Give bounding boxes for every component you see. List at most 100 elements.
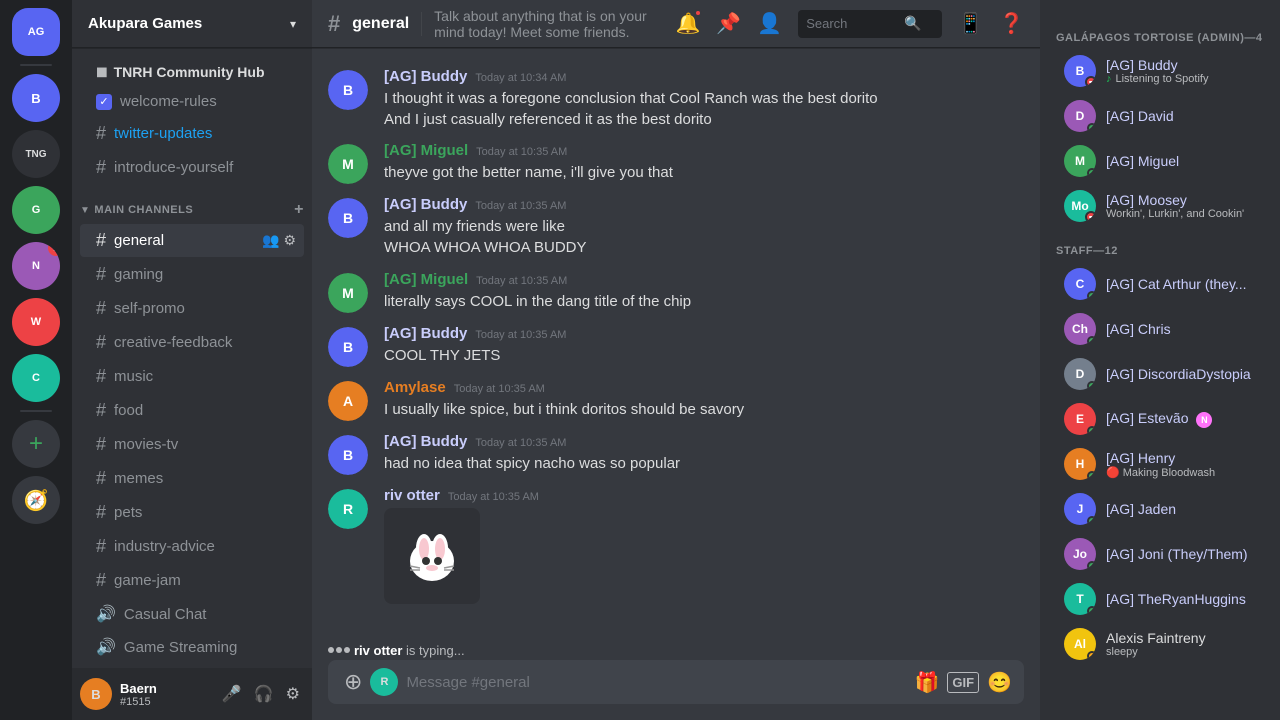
- voice-channel-casual-chat[interactable]: 🔊 Casual Chat: [80, 598, 304, 630]
- channel-memes[interactable]: # memes: [80, 462, 304, 495]
- member-item[interactable]: D [AG] DiscordiaDystopia: [1048, 352, 1272, 396]
- member-name: [AG] Henry: [1106, 450, 1264, 466]
- channel-industry-advice[interactable]: # industry-advice: [80, 530, 304, 563]
- channel-pets[interactable]: # pets: [80, 496, 304, 529]
- member-avatar: T: [1064, 583, 1096, 615]
- message-author: Amylase: [384, 379, 446, 396]
- channel-welcome-rules[interactable]: ✓ welcome-rules: [80, 87, 304, 116]
- message-header: riv otter Today at 10:35 AM: [384, 487, 1024, 504]
- attach-icon[interactable]: ⊕: [336, 669, 370, 695]
- members-icon[interactable]: 👤: [757, 11, 782, 36]
- member-avatar: E: [1064, 403, 1096, 435]
- server-icon-0[interactable]: B: [12, 74, 60, 122]
- chat-input-actions: 🎁 GIF 😊: [911, 666, 1016, 699]
- avatar: B: [328, 435, 368, 475]
- inbox-icon[interactable]: 📱: [958, 11, 983, 36]
- pin-icon[interactable]: 📌: [716, 11, 741, 36]
- member-item[interactable]: T [AG] TheRyanHuggins: [1048, 577, 1272, 621]
- server-icon-current[interactable]: AG: [12, 8, 60, 56]
- category-main-channels[interactable]: ▼ MAIN CHANNELS +: [72, 185, 312, 223]
- server-sidebar: AG B TNG G N 1 W C + 🧭: [0, 0, 72, 720]
- server-icon-4[interactable]: W: [12, 298, 60, 346]
- member-item[interactable]: H [AG] Henry 🔴 Making Bloodwash: [1048, 442, 1272, 486]
- user-settings-icon[interactable]: 👥: [262, 232, 279, 249]
- online-status-icon: [1087, 606, 1096, 615]
- member-item[interactable]: B [AG] Buddy ♪ Listening to Spotify: [1048, 49, 1272, 93]
- member-item[interactable]: Al Alexis Faintreny sleepy: [1048, 622, 1272, 666]
- member-item[interactable]: C [AG] Cat Arthur (they...: [1048, 262, 1272, 306]
- member-item[interactable]: D [AG] David: [1048, 94, 1272, 138]
- server-icon-3[interactable]: N 1: [12, 242, 60, 290]
- avatar: M: [328, 144, 368, 184]
- member-item[interactable]: M [AG] Miguel: [1048, 139, 1272, 183]
- speaker-icon: 🔊: [96, 637, 116, 657]
- channel-gaming[interactable]: # gaming: [80, 258, 304, 291]
- message-header: [AG] Buddy Today at 10:35 AM: [384, 433, 1024, 450]
- help-icon[interactable]: ❓: [999, 11, 1024, 36]
- community-hub-item[interactable]: ◼ TNRH Community Hub: [80, 57, 304, 86]
- member-item[interactable]: E [AG] Estevão N: [1048, 397, 1272, 441]
- add-server-button[interactable]: +: [12, 420, 60, 468]
- channel-introduce-yourself[interactable]: # introduce-yourself: [80, 151, 304, 184]
- channel-sidebar: Akupara Games ▾ ◼ TNRH Community Hub ✓ w…: [72, 0, 312, 720]
- avatar: B: [328, 70, 368, 110]
- server-icon-2[interactable]: G: [12, 186, 60, 234]
- member-avatar: C: [1064, 268, 1096, 300]
- message-header: [AG] Buddy Today at 10:34 AM: [384, 68, 1024, 85]
- mute-button[interactable]: 🎤: [218, 680, 246, 708]
- speaker-icon: 🔊: [96, 604, 116, 624]
- voice-channel-game-streaming[interactable]: 🔊 Game Streaming: [80, 631, 304, 663]
- channel-food[interactable]: # food: [80, 394, 304, 427]
- add-channel-button[interactable]: +: [294, 201, 304, 219]
- gift-button[interactable]: 🎁: [911, 666, 944, 699]
- message-input[interactable]: [398, 664, 910, 701]
- member-name: [AG] Cat Arthur (they...: [1106, 276, 1264, 292]
- server-header[interactable]: Akupara Games ▾: [72, 0, 312, 48]
- online-status-icon: [1087, 426, 1096, 435]
- message-author: [AG] Buddy: [384, 325, 467, 342]
- server-icon-1[interactable]: TNG: [12, 130, 60, 178]
- message-content: [AG] Buddy Today at 10:34 AM I thought i…: [384, 68, 1024, 130]
- emoji-button[interactable]: 😊: [983, 666, 1016, 699]
- members-section-admin-header: GALÁPAGOS TORTOISE (ADMIN)—4: [1040, 16, 1280, 48]
- member-item[interactable]: Jo [AG] Joni (They/Them): [1048, 532, 1272, 576]
- member-item[interactable]: Mo [AG] Moosey Workin', Lurkin', and Coo…: [1048, 184, 1272, 228]
- deafen-button[interactable]: 🎧: [250, 680, 278, 708]
- channel-twitter-updates[interactable]: # twitter-updates: [80, 117, 304, 150]
- dnd-status-icon: [1085, 76, 1096, 87]
- member-info: [AG] David: [1106, 108, 1264, 124]
- channel-general[interactable]: # general 👥 ⚙: [80, 224, 304, 257]
- channel-settings-icon[interactable]: ⚙: [283, 232, 296, 249]
- search-icon[interactable]: 🔍: [904, 15, 921, 32]
- channel-self-promo[interactable]: # self-promo: [80, 292, 304, 325]
- member-name: [AG] Joni (They/Them): [1106, 546, 1264, 562]
- member-item[interactable]: J [AG] Jaden: [1048, 487, 1272, 531]
- member-name: Alexis Faintreny: [1106, 630, 1264, 646]
- server-icon-5[interactable]: C: [12, 354, 60, 402]
- explore-button[interactable]: 🧭: [12, 476, 60, 524]
- user-controls: 🎤 🎧 ⚙: [218, 680, 304, 708]
- channel-movies-tv[interactable]: # movies-tv: [80, 428, 304, 461]
- search-input[interactable]: [806, 16, 896, 31]
- typing-dot-1: [328, 647, 334, 653]
- hash-icon: #: [96, 157, 106, 178]
- message-text: literally says COOL in the dang title of…: [384, 292, 1024, 313]
- channel-game-jam[interactable]: # game-jam: [80, 564, 304, 597]
- message-content: riv otter Today at 10:35 AM: [384, 487, 1024, 604]
- member-info: [AG] Miguel: [1106, 153, 1264, 169]
- message-group: B [AG] Buddy Today at 10:34 AM I thought…: [312, 64, 1040, 134]
- dnd-status-icon: [1085, 211, 1096, 222]
- message-timestamp: Today at 10:35 AM: [475, 437, 566, 449]
- idle-status-icon: [1087, 651, 1096, 660]
- user-settings-button[interactable]: ⚙: [282, 680, 304, 708]
- main-content: # general Talk about anything that is on…: [312, 0, 1040, 720]
- avatar: A: [328, 381, 368, 421]
- member-item[interactable]: Ch [AG] Chris: [1048, 307, 1272, 351]
- message-timestamp: Today at 10:35 AM: [475, 329, 566, 341]
- gif-button[interactable]: GIF: [947, 672, 979, 693]
- channel-music[interactable]: # music: [80, 360, 304, 393]
- channel-hash-icon: #: [328, 11, 340, 37]
- search-box: 🔍: [798, 10, 942, 38]
- channel-creative-feedback[interactable]: # creative-feedback: [80, 326, 304, 359]
- message-content: [AG] Buddy Today at 10:35 AM COOL THY JE…: [384, 325, 1024, 367]
